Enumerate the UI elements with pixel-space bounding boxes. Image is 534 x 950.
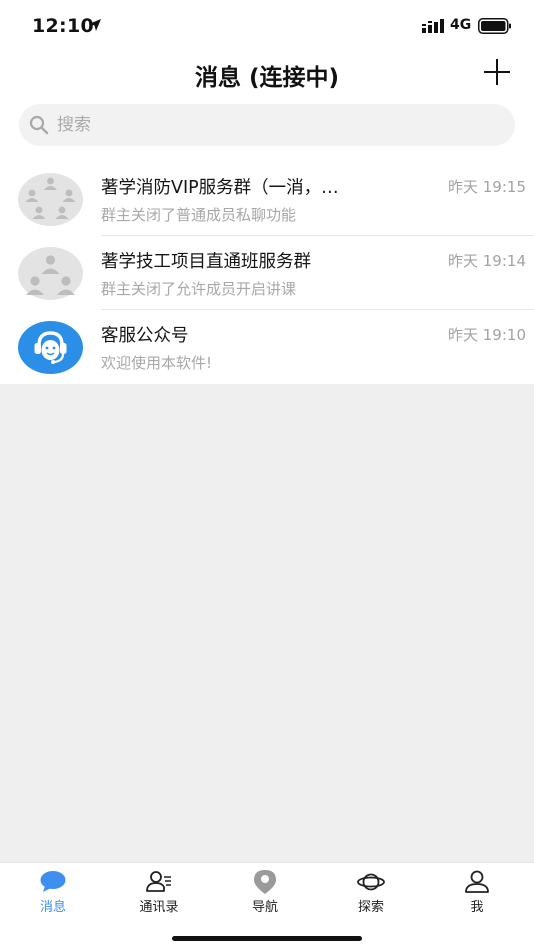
page-title: 消息 (连接中) <box>194 65 340 91</box>
conversation-row[interactable]: 客服公众号 昨天 19:10 欢迎使用本软件! <box>0 310 534 384</box>
planet-icon <box>357 873 385 891</box>
location-arrow-icon <box>89 19 101 31</box>
conversation-preview: 群主关闭了允许成员开启讲课 <box>101 280 297 298</box>
group-avatar-icon <box>18 247 83 300</box>
person-icon <box>465 870 489 893</box>
tab-label: 探索 <box>357 900 384 915</box>
top-section: 12:10 4G 消息 (连接中) <box>0 0 534 162</box>
conversation-preview: 群主关闭了普通成员私聊功能 <box>101 206 297 224</box>
group-avatar-icon <box>18 173 83 226</box>
search-icon <box>29 115 49 135</box>
add-plus-icon[interactable] <box>481 56 513 88</box>
status-bar: 12:10 4G <box>0 0 534 52</box>
conversation-list: 著学消防VIP服务群（一消，… 昨天 19:15 群主关闭了普通成员私聊功能 著… <box>0 162 534 384</box>
conversation-time: 昨天 19:15 <box>448 178 526 196</box>
tab-messages[interactable]: 消息 <box>0 863 106 919</box>
tab-label: 消息 <box>39 900 66 915</box>
conversation-time: 昨天 19:14 <box>448 252 526 270</box>
tab-me[interactable]: 我 <box>424 863 530 919</box>
conversation-time: 昨天 19:10 <box>448 326 526 344</box>
battery-icon <box>478 18 511 34</box>
conversation-name: 客服公众号 <box>101 326 189 346</box>
contacts-icon <box>146 871 171 892</box>
tab-explore[interactable]: 探索 <box>318 863 424 919</box>
tab-label: 我 <box>470 900 484 915</box>
conversation-name: 著学消防VIP服务群（一消，… <box>101 178 339 198</box>
conversation-preview: 欢迎使用本软件! <box>101 354 213 372</box>
search-bar[interactable] <box>19 104 515 146</box>
search-input[interactable] <box>57 104 497 146</box>
signal-icon <box>422 19 444 33</box>
tab-navigation[interactable]: 导航 <box>212 863 318 919</box>
conversation-row[interactable]: 著学消防VIP服务群（一消，… 昨天 19:15 群主关闭了普通成员私聊功能 <box>0 162 534 236</box>
tab-label: 导航 <box>251 900 278 915</box>
tab-contacts[interactable]: 通讯录 <box>106 863 212 919</box>
home-indicator[interactable] <box>172 936 362 941</box>
chat-bubble-icon <box>40 871 66 892</box>
status-time: 12:10 <box>32 15 94 37</box>
conversation-name: 著学技工项目直通班服务群 <box>101 252 311 272</box>
network-type: 4G <box>450 17 472 33</box>
tab-label: 通讯录 <box>139 900 179 915</box>
conversation-row[interactable]: 著学技工项目直通班服务群 昨天 19:14 群主关闭了允许成员开启讲课 <box>0 236 534 310</box>
customer-service-icon <box>18 321 83 374</box>
map-pin-icon <box>254 870 276 894</box>
